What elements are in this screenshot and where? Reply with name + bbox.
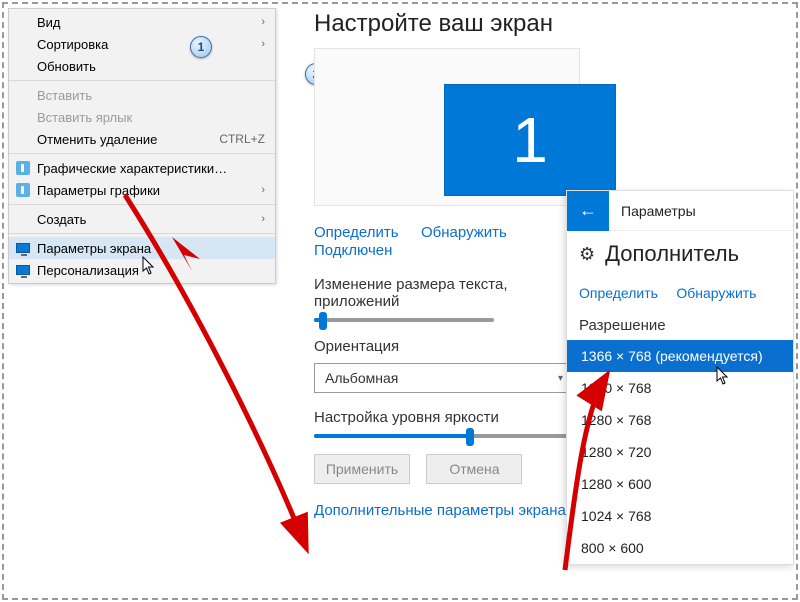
resolution-list[interactable]: 1366 × 768 (рекомендуется)1360 × 7681280… — [567, 340, 793, 564]
apply-button[interactable]: Применить — [314, 454, 410, 484]
context-menu-item[interactable]: Сортировка› — [9, 33, 275, 55]
back-button[interactable]: ← — [567, 191, 609, 231]
connect-link[interactable]: Подключен — [314, 242, 392, 259]
apply-cancel-row: Применить Отмена — [314, 454, 580, 484]
orientation-label: Ориентация — [314, 338, 580, 355]
separator — [9, 80, 275, 81]
context-menu-item-label: Вид — [37, 15, 261, 30]
context-menu-item[interactable]: Графические характеристики… — [9, 157, 275, 179]
context-menu-item[interactable]: Создать› — [9, 208, 275, 230]
resolution-option[interactable]: 1366 × 768 (рекомендуется) — [567, 340, 793, 372]
cancel-button[interactable]: Отмена — [426, 454, 522, 484]
chevron-right-icon: › — [261, 38, 265, 50]
separator — [9, 153, 275, 154]
context-menu-item-label: Параметры экрана — [37, 241, 265, 256]
flyout-topbar-title: Параметры — [609, 203, 793, 219]
chevron-down-icon: ▾ — [558, 373, 563, 384]
flyout-detect-link[interactable]: Обнаружить — [676, 285, 756, 301]
resolution-option[interactable]: 1280 × 600 — [567, 468, 793, 500]
shortcut-label: CTRL+Z — [219, 132, 265, 146]
flyout-identify-link[interactable]: Определить — [579, 285, 658, 301]
scale-slider[interactable] — [314, 318, 494, 322]
context-menu-item: Вставить ярлык — [9, 106, 275, 128]
context-menu-item-label: Графические характеристики… — [37, 161, 265, 176]
settings-icon — [15, 160, 31, 176]
context-menu-item[interactable]: Обновить — [9, 55, 275, 77]
context-menu-item-label: Создать — [37, 212, 261, 227]
context-menu-item[interactable]: Вид› — [9, 11, 275, 33]
page-title: Настройте ваш экран — [314, 10, 580, 38]
context-menu-item[interactable]: Отменить удаление CTRL+Z — [9, 128, 275, 150]
display-links-row: Определить Обнаружить Подключен — [314, 224, 580, 260]
flyout-header: Дополнитель — [605, 241, 739, 267]
scale-label: Изменение размера текста, приложений — [314, 276, 580, 310]
separator — [9, 233, 275, 234]
brightness-section: Настройка уровня яркости — [314, 409, 580, 438]
cursor-icon — [716, 366, 730, 386]
chevron-right-icon: › — [261, 213, 265, 225]
desktop-context-menu: Вид›Сортировка›ОбновитьВставитьВставить … — [8, 8, 276, 284]
monitor-icon — [15, 240, 31, 256]
monitor-icon — [15, 262, 31, 278]
callout-badge-1: 1 — [190, 36, 212, 58]
context-menu-item[interactable]: Параметры графики› — [9, 179, 275, 201]
advanced-display-settings-link[interactable]: Дополнительные параметры экрана — [314, 502, 566, 519]
resolution-option[interactable]: 1360 × 768 — [567, 372, 793, 404]
context-menu-item-label: Вставить ярлык — [37, 110, 265, 125]
detect-link[interactable]: Обнаружить — [421, 224, 507, 241]
context-menu-item-label: Обновить — [37, 59, 265, 74]
brightness-label: Настройка уровня яркости — [314, 409, 580, 426]
context-menu-item-label: Сортировка — [37, 37, 261, 52]
chevron-right-icon: › — [261, 16, 265, 28]
brightness-slider[interactable] — [314, 434, 574, 438]
resolution-option[interactable]: 1024 × 768 — [567, 500, 793, 532]
separator — [9, 204, 275, 205]
settings-icon — [15, 182, 31, 198]
context-menu-item: Вставить — [9, 84, 275, 106]
cursor-icon — [142, 256, 156, 276]
orientation-section: Ориентация Альбомная ▾ — [314, 338, 580, 393]
monitor-tile-1[interactable]: 1 — [445, 85, 615, 195]
display-arrangement-area[interactable]: 1 — [314, 48, 580, 206]
context-menu-item-label: Параметры графики — [37, 183, 261, 198]
orientation-select[interactable]: Альбомная ▾ — [314, 363, 574, 393]
context-menu-item-label: Вставить — [37, 88, 265, 103]
orientation-value: Альбомная — [325, 370, 398, 386]
gear-icon: ⚙ — [579, 244, 595, 265]
resolution-option[interactable]: 1280 × 768 — [567, 404, 793, 436]
resolution-option[interactable]: 1280 × 720 — [567, 436, 793, 468]
resolution-option[interactable]: 800 × 600 — [567, 532, 793, 564]
advanced-settings-flyout: ← Параметры ⚙ Дополнитель Определить Обн… — [566, 190, 794, 565]
context-menu-item-label: Отменить удаление — [37, 132, 213, 147]
chevron-right-icon: › — [261, 184, 265, 196]
scale-section: Изменение размера текста, приложений — [314, 276, 580, 322]
display-settings-panel: Настройте ваш экран 1 Определить Обнаруж… — [286, 6, 580, 596]
resolution-label: Разрешение — [567, 307, 793, 340]
identify-link[interactable]: Определить — [314, 224, 399, 241]
